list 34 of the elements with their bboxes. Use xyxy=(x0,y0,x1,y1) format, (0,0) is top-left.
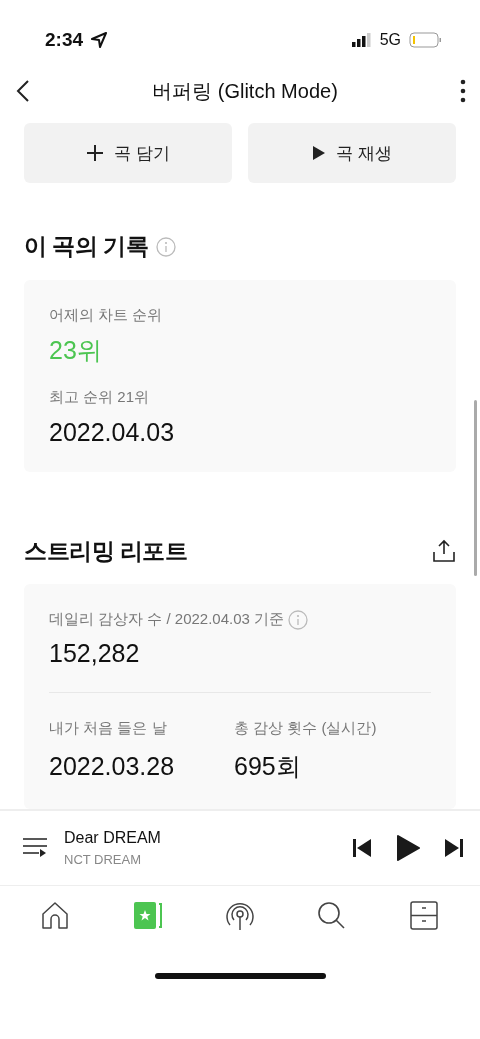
add-song-button[interactable]: 곡 담기 xyxy=(24,123,232,184)
stat-value: 2022.03.28 xyxy=(49,750,176,782)
play-song-button[interactable]: 곡 재생 xyxy=(248,123,456,184)
play-icon xyxy=(312,145,327,162)
info-icon xyxy=(288,609,309,630)
daily-listeners-count: 152,282 xyxy=(49,637,141,669)
daily-listeners-label: 데일리 감상자 수 / 2022.04.03 기준 xyxy=(49,609,285,630)
chart-rank-label: 어제의 차트 순위 xyxy=(49,304,164,325)
plus-icon xyxy=(86,144,105,163)
share-button[interactable] xyxy=(432,539,456,564)
stat-label: 내가 처음 들은 날 xyxy=(49,718,168,739)
page-title: 버퍼링 (Glitch Mode) xyxy=(152,78,338,104)
location-icon xyxy=(91,31,108,48)
play-button[interactable] xyxy=(396,834,420,863)
stat-label: 총 감상 횟수 (실시간) xyxy=(234,718,377,739)
battery-icon xyxy=(409,31,442,48)
track-artist: NCT DREAM xyxy=(64,851,143,870)
back-button[interactable] xyxy=(16,78,30,103)
more-button[interactable] xyxy=(460,78,466,103)
best-rank-date: 2022.04.03 xyxy=(49,417,176,449)
next-button[interactable] xyxy=(444,838,464,859)
drawer-tab[interactable] xyxy=(408,899,440,932)
status-time: 2:34 xyxy=(45,27,84,52)
signal-icon xyxy=(351,32,372,47)
info-icon xyxy=(156,236,177,257)
previous-button[interactable] xyxy=(352,838,372,859)
stat-value: 695회 xyxy=(234,750,302,782)
section-title: 스트리밍 리포트 xyxy=(24,536,188,566)
star-card-tab[interactable] xyxy=(132,899,164,932)
section-title: 이 곡의 기록 xyxy=(24,232,149,262)
network-label: 5G xyxy=(379,29,401,50)
track-title: Dear DREAM xyxy=(64,828,162,849)
chart-rank: 23위 xyxy=(49,335,103,367)
best-rank-label: 최고 순위 21위 xyxy=(49,386,151,407)
